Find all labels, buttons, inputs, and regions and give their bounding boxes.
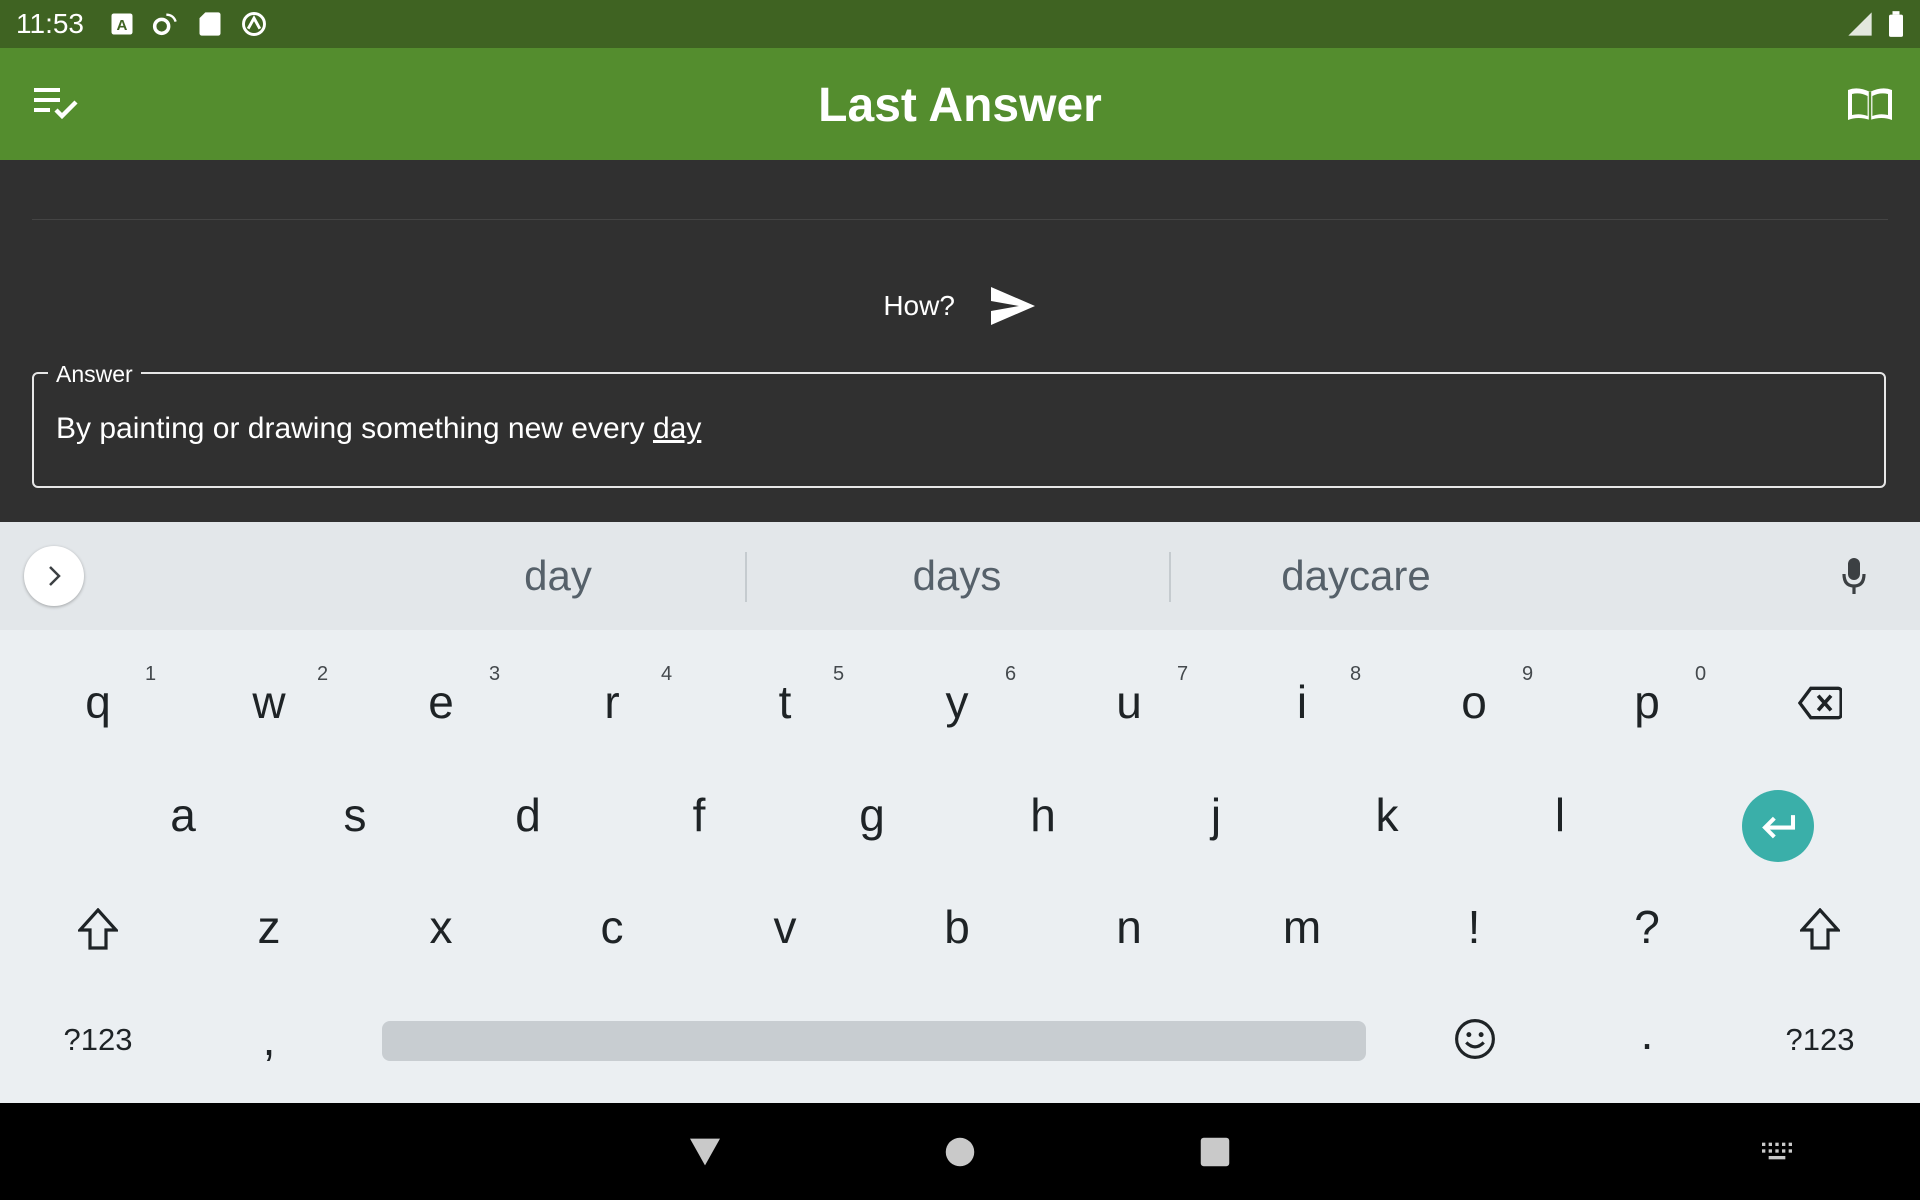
key-p[interactable]: p [1597, 675, 1697, 729]
key-hint: 3 [489, 663, 501, 685]
question-text: How? [883, 290, 955, 321]
send-icon[interactable] [989, 285, 1037, 327]
key-hint: 5 [833, 663, 845, 685]
key-question[interactable]: ? [1597, 900, 1697, 954]
app-bar: Last Answer [0, 48, 1920, 160]
book-icon[interactable] [1846, 84, 1894, 124]
svg-text:A: A [117, 17, 128, 34]
keyboard: q 1 w 2 e 3 r 4 t 5 y 6 u 7 i 8 o 9 p 0 … [0, 630, 1920, 1103]
suggestion-2[interactable]: days [767, 552, 1147, 600]
answer-input-text[interactable]: By painting or drawing something new eve… [56, 412, 701, 446]
spacebar[interactable] [382, 1021, 1366, 1061]
key-a[interactable]: a [133, 788, 233, 842]
key-d[interactable]: d [478, 788, 578, 842]
expand-toolbar-button[interactable] [24, 546, 84, 606]
key-hint: 9 [1522, 663, 1534, 685]
key-z[interactable]: z [219, 900, 319, 954]
key-l[interactable]: l [1510, 788, 1610, 842]
enter-icon [1762, 815, 1796, 839]
shift-right-icon[interactable] [1800, 908, 1840, 950]
symbols-key-left[interactable]: ?123 [48, 1022, 148, 1058]
backspace-icon[interactable] [1798, 686, 1842, 720]
suggestion-bar: day days daycare [0, 522, 1920, 630]
suggestion-3[interactable]: daycare [1166, 552, 1546, 600]
microphone-icon[interactable] [1840, 556, 1868, 596]
key-x[interactable]: x [391, 900, 491, 954]
question-row: How? [0, 285, 1920, 327]
key-t[interactable]: t [735, 675, 835, 729]
back-nav-icon[interactable] [688, 1137, 722, 1167]
key-b[interactable]: b [907, 900, 1007, 954]
suggestion-1[interactable]: day [368, 552, 748, 600]
divider [32, 219, 1888, 220]
enter-button[interactable] [1742, 790, 1814, 862]
key-hint: 2 [317, 663, 329, 685]
key-hint: 1 [145, 663, 157, 685]
status-bar: 11:53 A [0, 0, 1920, 48]
key-i[interactable]: i [1252, 675, 1352, 729]
key-hint: 8 [1350, 663, 1362, 685]
key-g[interactable]: g [822, 788, 922, 842]
emoji-icon[interactable] [1454, 1018, 1496, 1060]
content-area: How? Answer By painting or drawing somet… [0, 160, 1920, 522]
key-v[interactable]: v [735, 900, 835, 954]
shift-left-icon[interactable] [78, 908, 118, 950]
key-e[interactable]: e [391, 675, 491, 729]
symbols-key-right[interactable]: ?123 [1770, 1022, 1870, 1058]
key-u[interactable]: u [1079, 675, 1179, 729]
key-s[interactable]: s [305, 788, 405, 842]
navigation-bar [0, 1103, 1920, 1200]
keyboard-switch-icon[interactable] [1760, 1141, 1794, 1161]
accessibility-a-icon: A [111, 13, 133, 35]
chevron-right-icon [49, 566, 61, 586]
key-hint: 6 [1005, 663, 1017, 685]
key-hint: 4 [661, 663, 673, 685]
key-hint: 0 [1695, 663, 1707, 685]
sync-icon [242, 12, 266, 36]
key-c[interactable]: c [562, 900, 662, 954]
answer-text-main: By painting or drawing something new eve… [56, 412, 653, 445]
settings-icon [152, 13, 177, 36]
signal-icon [1848, 12, 1872, 36]
key-comma[interactable]: , [219, 1012, 319, 1066]
key-k[interactable]: k [1337, 788, 1437, 842]
suggestion-divider [745, 552, 747, 602]
key-m[interactable]: m [1252, 900, 1352, 954]
battery-icon [1889, 11, 1903, 37]
key-r[interactable]: r [562, 675, 662, 729]
answer-label: Answer [48, 361, 141, 388]
answer-text-composing: day [652, 412, 702, 445]
key-period[interactable]: . [1597, 1006, 1697, 1060]
recents-nav-icon[interactable] [1200, 1137, 1230, 1167]
key-f[interactable]: f [649, 788, 749, 842]
home-nav-icon[interactable] [945, 1137, 975, 1167]
key-n[interactable]: n [1079, 900, 1179, 954]
key-y[interactable]: y [907, 675, 1007, 729]
status-time: 11:53 [16, 8, 84, 39]
key-o[interactable]: o [1424, 675, 1524, 729]
app-title: Last Answer [818, 79, 1102, 132]
key-w[interactable]: w [219, 675, 319, 729]
key-exclamation[interactable]: ! [1424, 900, 1524, 954]
key-j[interactable]: j [1166, 788, 1266, 842]
key-h[interactable]: h [993, 788, 1093, 842]
sd-card-icon [199, 12, 221, 36]
key-hint: 7 [1177, 663, 1189, 685]
key-q[interactable]: q [48, 675, 148, 729]
